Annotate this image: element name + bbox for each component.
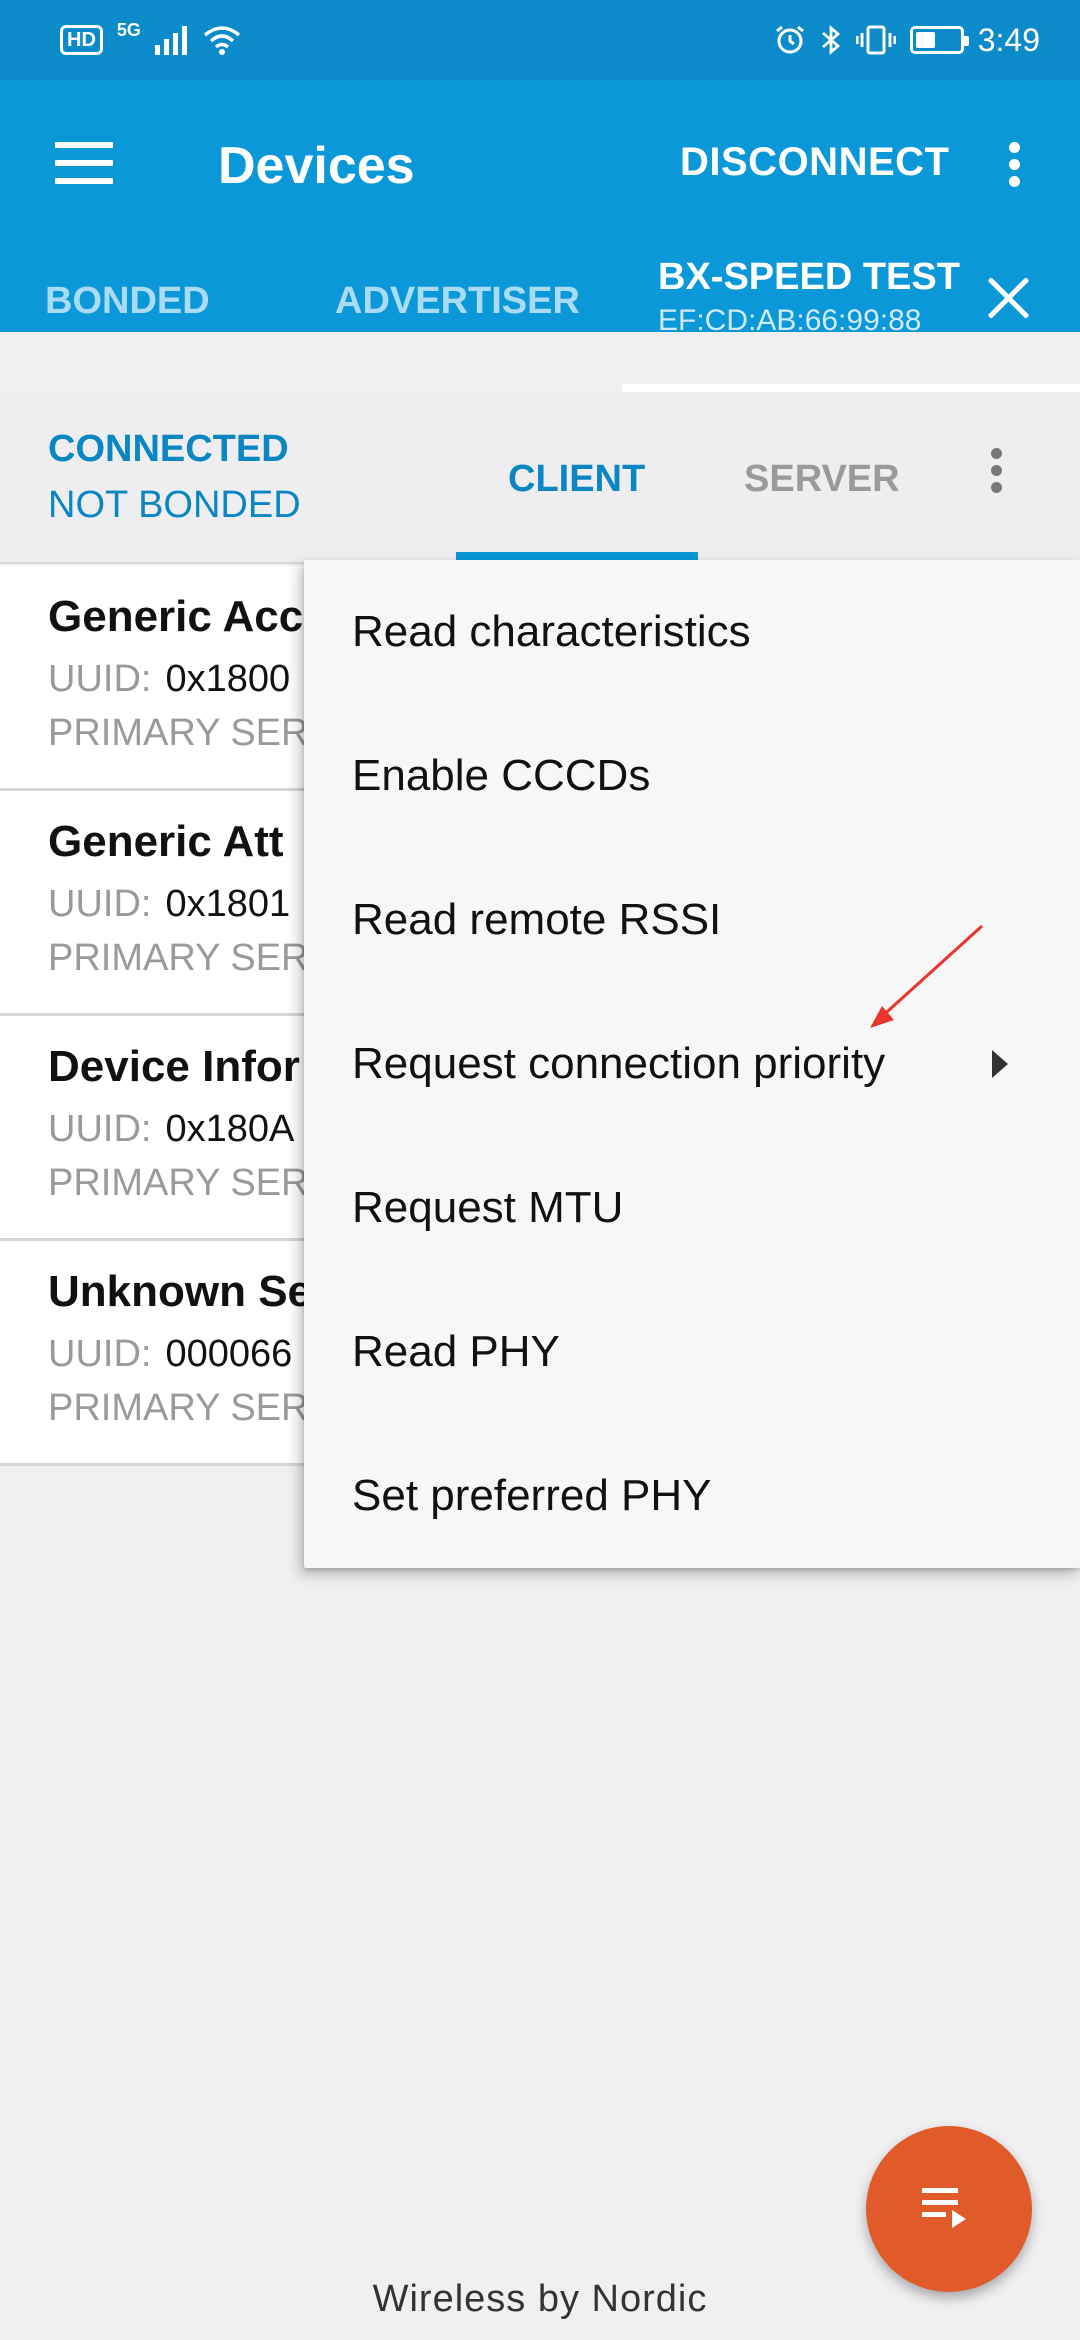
service-type: PRIMARY SER <box>48 1387 309 1429</box>
uuid-value: 0x180A <box>165 1108 295 1150</box>
service-type: PRIMARY SER <box>48 937 309 979</box>
uuid-label: UUID: <box>48 658 152 700</box>
tab-advertiser[interactable]: ADVERTISER <box>335 280 580 323</box>
log-fab-button[interactable] <box>866 2126 1032 2292</box>
tab-indicator <box>622 384 1080 392</box>
status-time: 3:49 <box>977 21 1040 58</box>
hamburger-menu-icon[interactable] <box>55 142 113 184</box>
connection-more-options-icon[interactable] <box>988 448 1004 500</box>
battery-icon <box>909 26 969 54</box>
device-tabs: BONDED ADVERTISER BX-SPEED TEST EF:CD:AB… <box>0 256 1080 337</box>
connection-state: CONNECTED <box>48 428 289 470</box>
service-type: PRIMARY SER <box>48 1162 309 1204</box>
submenu-arrow-icon <box>992 1050 1008 1078</box>
menu-item-set-preferred-phy[interactable]: Set preferred PHY <box>304 1424 1080 1568</box>
uuid-value: 000066 <box>165 1333 293 1375</box>
uuid-value: 0x1800 <box>165 658 291 700</box>
service-uuid-row: UUID: 0x1801 <box>48 883 290 926</box>
service-name: Generic Att <box>48 817 284 866</box>
tab-device-name[interactable]: BX-SPEED TEST <box>658 256 960 299</box>
tab-client[interactable]: CLIENT <box>508 458 645 501</box>
service-uuid-row: UUID: 0x1800 <box>48 658 290 701</box>
uuid-label: UUID: <box>48 1108 152 1150</box>
disconnect-button[interactable]: DISCONNECT <box>680 140 949 185</box>
tab-server[interactable]: SERVER <box>744 458 900 501</box>
wifi-icon <box>203 26 241 55</box>
signal-icon <box>154 26 187 55</box>
uuid-value: 0x1801 <box>165 883 291 925</box>
status-left: HD 5G <box>60 20 241 55</box>
service-uuid-row: UUID: 000066 <box>48 1333 292 1376</box>
tab-bonded[interactable]: BONDED <box>45 280 210 323</box>
connection-header: CONNECTED NOT BONDED CLIENT SERVER <box>0 392 1080 564</box>
alarm-icon <box>775 25 804 54</box>
annotation-arrow-icon <box>870 924 984 1028</box>
options-popup-menu: Read characteristics Enable CCCDs Read r… <box>304 560 1080 1568</box>
service-uuid-row: UUID: 0x180A <box>48 1108 294 1151</box>
hd-icon: HD <box>60 25 103 55</box>
menu-item-enable-cccds[interactable]: Enable CCCDs <box>304 704 1080 848</box>
menu-item-label: Request connection priority <box>352 1039 886 1088</box>
service-name: Generic Acc <box>48 592 304 641</box>
menu-item-request-mtu[interactable]: Request MTU <box>304 1136 1080 1280</box>
battery-level-fill <box>915 32 935 48</box>
page-title: Devices <box>218 137 415 195</box>
more-options-icon[interactable] <box>1004 142 1024 194</box>
footer-brand: Wireless by Nordic <box>372 2278 708 2320</box>
service-name: Device Infor <box>48 1042 300 1091</box>
service-name: Unknown Se <box>48 1267 313 1316</box>
tab-device-address: EF:CD:AB:66:99:88 <box>658 304 922 337</box>
menu-item-read-characteristics[interactable]: Read characteristics <box>304 560 1080 704</box>
vibrate-icon <box>855 25 896 55</box>
menu-item-read-phy[interactable]: Read PHY <box>304 1280 1080 1424</box>
close-icon[interactable] <box>985 275 1031 321</box>
uuid-label: UUID: <box>48 883 152 925</box>
app-toolbar: Devices DISCONNECT BONDED ADVERTISER BX-… <box>0 80 1080 337</box>
status-bar: HD 5G 3:49 <box>0 0 1080 80</box>
log-list-icon <box>922 2188 966 2228</box>
bluetooth-icon <box>821 24 840 56</box>
service-type: PRIMARY SER <box>48 712 309 754</box>
bond-state: NOT BONDED <box>48 484 301 526</box>
uuid-label: UUID: <box>48 1333 152 1375</box>
status-right: 3:49 <box>774 22 1040 59</box>
network-type-label: 5G <box>116 19 141 40</box>
